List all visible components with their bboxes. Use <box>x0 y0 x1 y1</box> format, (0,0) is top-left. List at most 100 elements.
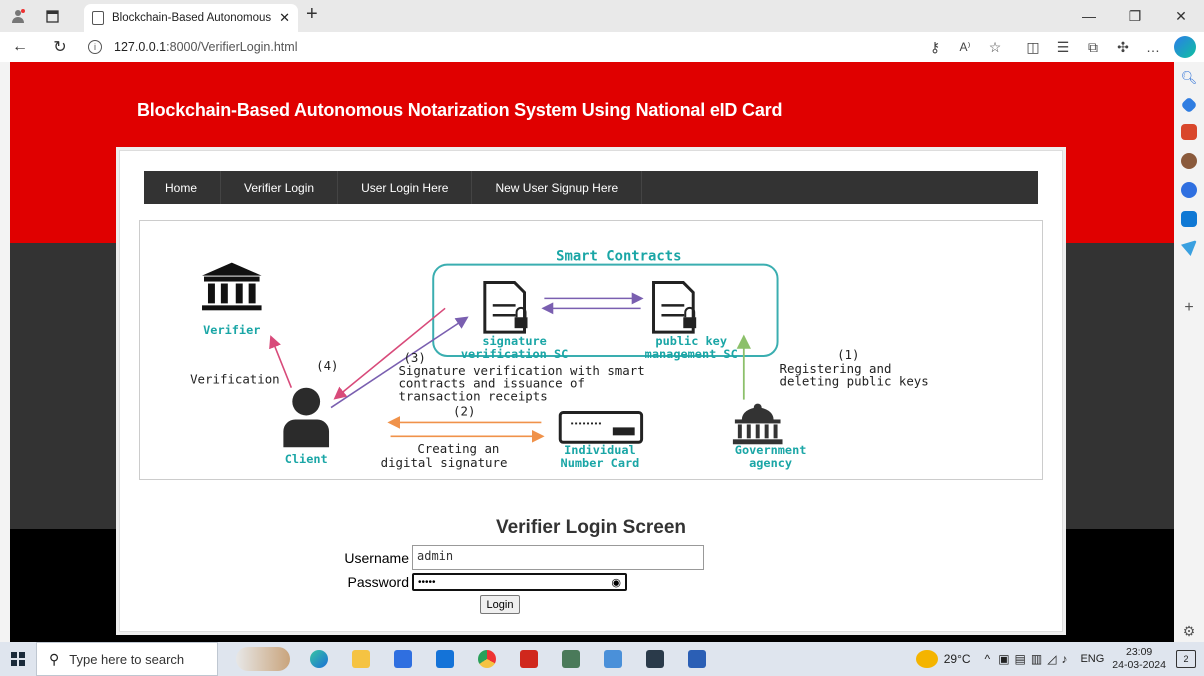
read-aloud-icon[interactable]: A⁾ <box>950 40 980 54</box>
clock-time: 23:09 <box>1126 646 1153 658</box>
taskbar-apps <box>228 642 718 676</box>
notification-icon[interactable]: 2 <box>1176 650 1196 668</box>
clock-date: 24-03-2024 <box>1112 659 1166 671</box>
step-1-number: (1) <box>837 347 859 362</box>
widgets-icon[interactable] <box>228 642 298 676</box>
nav-home[interactable]: Home <box>144 171 222 204</box>
windows-taskbar: ⚲ Type here to search 29°C ^ ▣▤▥◿♪ ENG 2… <box>0 642 1204 676</box>
search-icon: ⚲ <box>49 650 60 667</box>
favorite-star-icon[interactable]: ☆ <box>980 39 1010 56</box>
edge-icon[interactable] <box>298 642 340 676</box>
close-window-icon[interactable]: ✕ <box>1158 0 1204 32</box>
password-label: Password <box>347 574 409 590</box>
url-path: :8000/VerifierLogin.html <box>166 40 298 54</box>
step-2-text-2: digital signature <box>381 455 508 470</box>
public-key-sc-label-2: management SC <box>645 347 738 361</box>
site-info-icon[interactable]: i <box>88 40 102 54</box>
language-indicator[interactable]: ENG <box>1080 653 1104 665</box>
nav-user-login[interactable]: User Login Here <box>338 171 473 204</box>
chrome-icon[interactable] <box>466 642 508 676</box>
id-card-label-1: Individual <box>564 443 636 457</box>
public-key-sc-icon <box>652 281 697 334</box>
signature-sc-label-2: verification SC <box>461 347 568 361</box>
reveal-password-icon[interactable]: ◉ <box>611 576 621 589</box>
split-screen-icon[interactable]: ◫ <box>1018 39 1048 56</box>
terminal-icon[interactable] <box>634 642 676 676</box>
more-menu-icon[interactable]: … <box>1138 39 1168 55</box>
profile-icon[interactable] <box>4 2 32 30</box>
close-tab-icon[interactable]: ✕ <box>279 10 290 26</box>
tray-icons[interactable]: ▣▤▥◿♪ <box>998 652 1072 666</box>
page-viewport: Blockchain-Based Autonomous Notarization… <box>10 62 1174 642</box>
page-icon <box>92 11 104 25</box>
games-icon[interactable] <box>1181 153 1197 169</box>
verification-label: Verification <box>190 372 280 387</box>
client-person-icon <box>283 387 330 448</box>
outlook-icon[interactable] <box>1181 211 1197 227</box>
system-tray: 29°C ^ ▣▤▥◿♪ ENG 23:09 24-03-2024 2 <box>915 642 1204 676</box>
collections-icon[interactable]: ⧉ <box>1078 39 1108 56</box>
toolbox-icon[interactable] <box>1181 124 1197 140</box>
password-input[interactable]: ••••• ◉ <box>412 573 627 591</box>
step-1-text-2: deleting public keys <box>780 374 929 389</box>
sidebar-settings-icon[interactable]: ⚙ <box>1183 623 1196 640</box>
government-building-icon <box>732 403 783 445</box>
files-icon[interactable] <box>592 642 634 676</box>
step-2-number: (2) <box>453 403 475 418</box>
system-diagram: Smart Contracts signature verification S… <box>139 220 1043 480</box>
taskbar-search[interactable]: ⚲ Type here to search <box>36 642 218 676</box>
browser-tab[interactable]: Blockchain-Based Autonomous N ✕ <box>84 4 298 32</box>
page-title: Blockchain-Based Autonomous Notarization… <box>137 100 783 120</box>
refresh-icon[interactable]: ↻ <box>46 37 74 57</box>
key-icon[interactable]: ⚷ <box>920 39 950 56</box>
clock[interactable]: 23:09 24-03-2024 <box>1112 646 1166 672</box>
password-mask: ••••• <box>418 576 436 588</box>
gov-label-1: Government <box>735 443 807 457</box>
extensions-icon[interactable]: ✣ <box>1108 39 1138 56</box>
search-icon[interactable]: 🔍︎ <box>1181 70 1198 86</box>
tag-icon[interactable] <box>1180 96 1198 114</box>
favorites-list-icon[interactable]: ☰ <box>1048 39 1078 56</box>
nav-new-user-signup[interactable]: New User Signup Here <box>472 171 643 204</box>
acrobat-icon[interactable] <box>508 642 550 676</box>
signature-sc-icon <box>483 281 528 334</box>
minimize-icon[interactable]: — <box>1066 0 1112 32</box>
tab-actions-icon[interactable] <box>38 2 66 30</box>
username-label: Username <box>344 549 409 566</box>
office-icon[interactable] <box>1181 182 1197 198</box>
diagram-svg: Smart Contracts signature verification S… <box>190 249 929 470</box>
step-4-number: (4) <box>316 358 338 373</box>
store-icon[interactable] <box>382 642 424 676</box>
window-controls: — ❐ ✕ <box>1066 0 1204 32</box>
public-key-sc-label-1: public key <box>655 334 727 348</box>
smart-contracts-label: Smart Contracts <box>556 249 681 265</box>
word-icon[interactable] <box>676 642 718 676</box>
weather-icon[interactable] <box>915 650 938 668</box>
back-icon[interactable]: ← <box>6 38 34 56</box>
add-sidebar-app-icon[interactable]: + <box>1184 299 1193 317</box>
login-button[interactable]: Login <box>480 595 520 614</box>
windows-logo-icon <box>11 652 25 666</box>
login-heading: Verifier Login Screen <box>495 517 687 538</box>
start-button[interactable] <box>0 642 36 676</box>
id-card-icon <box>558 411 644 444</box>
password-row: Password ••••• ◉ <box>339 573 627 591</box>
send-icon[interactable] <box>1181 240 1197 256</box>
nav-menu: Home Verifier Login User Login Here New … <box>144 171 1038 204</box>
edge-sidebar: 🔍︎ + ⚙ <box>1174 62 1204 642</box>
search-placeholder: Type here to search <box>69 651 185 667</box>
username-input[interactable]: admin <box>412 545 704 570</box>
client-label: Client <box>285 452 328 466</box>
username-row: Username admin <box>339 545 704 570</box>
restore-icon[interactable]: ❐ <box>1112 0 1158 32</box>
url-field[interactable]: i 127.0.0.1:8000/VerifierLogin.html <box>88 40 297 54</box>
paint-icon[interactable] <box>550 642 592 676</box>
new-tab-button[interactable]: + <box>306 3 318 26</box>
temperature[interactable]: 29°C <box>944 652 971 666</box>
file-explorer-icon[interactable] <box>340 642 382 676</box>
verifier-bank-icon <box>202 262 262 311</box>
copilot-icon[interactable] <box>1174 36 1196 58</box>
nav-verifier-login[interactable]: Verifier Login <box>221 171 339 204</box>
mail-icon[interactable] <box>424 642 466 676</box>
tray-overflow-icon[interactable]: ^ <box>985 652 991 666</box>
